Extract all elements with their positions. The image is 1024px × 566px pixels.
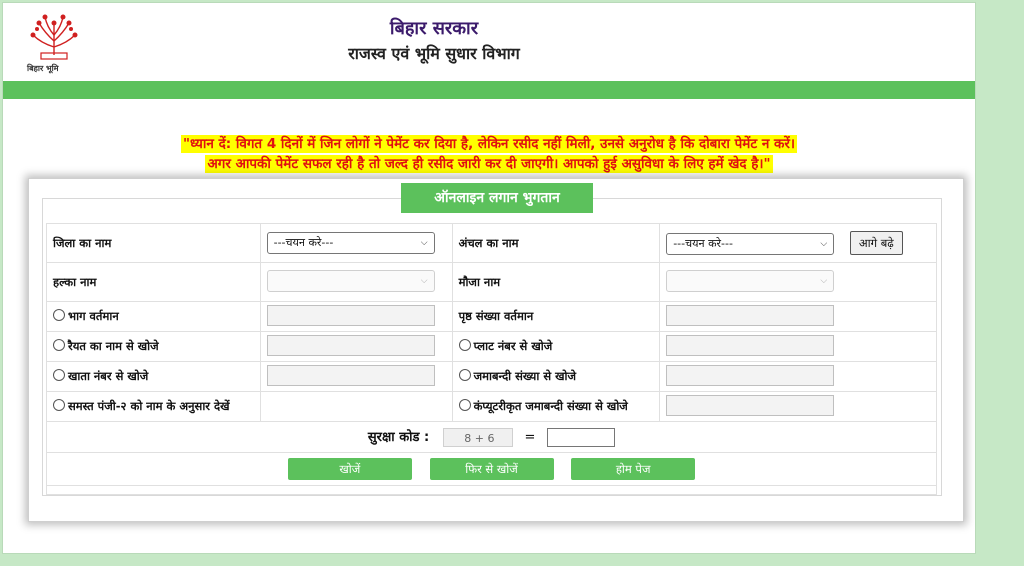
khata-label: खाता नंबर से खोजे — [68, 369, 149, 383]
district-label: जिला का नाम — [53, 235, 112, 250]
plot-input[interactable] — [666, 334, 835, 356]
bhag-label: भाग वर्तमान — [68, 309, 119, 323]
bhag-radio[interactable] — [53, 309, 65, 321]
chevron-down-icon: ⌵ — [420, 275, 428, 286]
next-button[interactable]: आगे बढ़े — [849, 231, 903, 255]
khata-radio[interactable] — [53, 369, 65, 381]
mauja-label: मौजा नाम — [458, 274, 501, 289]
raiyat-input[interactable] — [266, 334, 435, 356]
mauja-select[interactable]: ⌵ — [666, 269, 835, 292]
rent-payment-form-panel: ऑनलाइन लगान भुगतान जिला का नाम ---चयन कर… — [28, 178, 964, 522]
halka-label: हल्का नाम — [53, 274, 97, 289]
raiyat-label: रैयत का नाम से खोजे — [68, 339, 159, 353]
computerised-input[interactable] — [666, 394, 835, 416]
department-title: राजस्व एवं भूमि सुधार विभाग — [348, 44, 520, 63]
chevron-down-icon: ⌵ — [820, 275, 828, 286]
computerised-label: कंप्यूटरीकृत जमाबन्दी संख्या से खोजे — [473, 399, 628, 413]
register-radio[interactable] — [53, 399, 65, 411]
home-page-button[interactable]: होम पेज — [571, 458, 696, 480]
halka-select[interactable]: ⌵ — [266, 269, 435, 292]
jamabandi-input[interactable] — [666, 364, 835, 386]
page-number-label: पृष्ठ संख्या वर्तमान — [458, 309, 534, 323]
search-button[interactable]: खोजें — [287, 458, 412, 480]
chevron-down-icon: ⌵ — [420, 238, 428, 248]
plot-label: प्लाट नंबर से खोजे — [473, 339, 553, 353]
circle-select[interactable]: ---चयन करे--- ⌵ — [666, 233, 835, 255]
register-label: समस्त पंजी-२ को नाम के अनुसार देखें — [68, 399, 230, 413]
search-form-table: जिला का नाम ---चयन करे--- ⌵ अंचल का नाम -… — [46, 223, 937, 495]
plot-radio[interactable] — [458, 339, 471, 351]
captcha-label: सुरक्षा कोड : — [367, 430, 430, 445]
computerised-radio[interactable] — [458, 399, 471, 411]
raiyat-radio[interactable] — [53, 339, 65, 351]
captcha-question: 8 + 6 — [442, 428, 513, 447]
bhag-input[interactable] — [266, 304, 435, 326]
search-again-button[interactable]: फिर से खोजें — [429, 458, 554, 480]
header-green-bar — [3, 81, 975, 99]
circle-label: अंचल का नाम — [458, 235, 519, 250]
khata-input[interactable] — [266, 364, 435, 386]
notice-line-2: अगर आपकी पेमेंट सफल रही है तो जल्द ही रस… — [205, 155, 773, 173]
notice-banner: "ध्यान दें: विगत 4 दिनों में जिन लोगों न… — [3, 133, 975, 173]
logo-caption: बिहार भूमि — [27, 64, 59, 73]
district-select[interactable]: ---चयन करे--- ⌵ — [266, 232, 435, 254]
chevron-down-icon: ⌵ — [820, 239, 828, 249]
page-number-input[interactable] — [666, 304, 835, 326]
jamabandi-radio[interactable] — [458, 369, 471, 381]
form-title: ऑनलाइन लगान भुगतान — [401, 183, 593, 213]
captcha-equals: = — [524, 430, 536, 445]
government-title: बिहार सरकार — [389, 18, 479, 39]
notice-line-1: "ध्यान दें: विगत 4 दिनों में जिन लोगों न… — [180, 135, 798, 153]
jamabandi-label: जमाबन्दी संख्या से खोजे — [473, 369, 577, 383]
captcha-answer-input[interactable] — [547, 428, 616, 447]
